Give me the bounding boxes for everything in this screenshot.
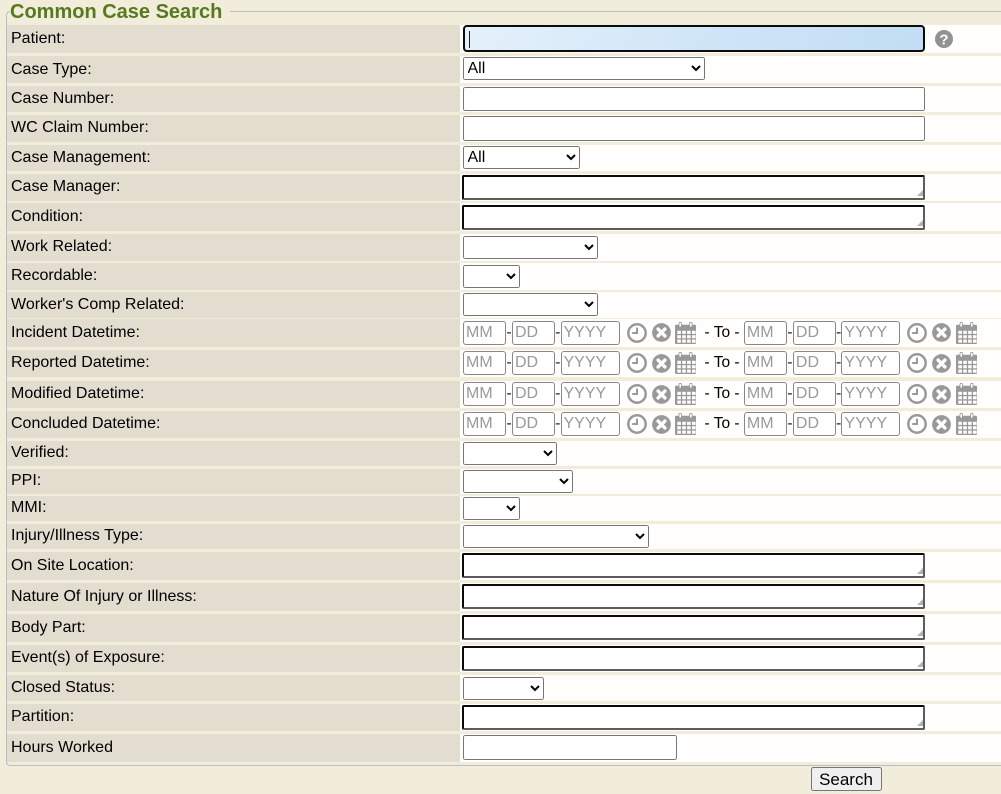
svg-text:?: ? xyxy=(939,31,948,47)
